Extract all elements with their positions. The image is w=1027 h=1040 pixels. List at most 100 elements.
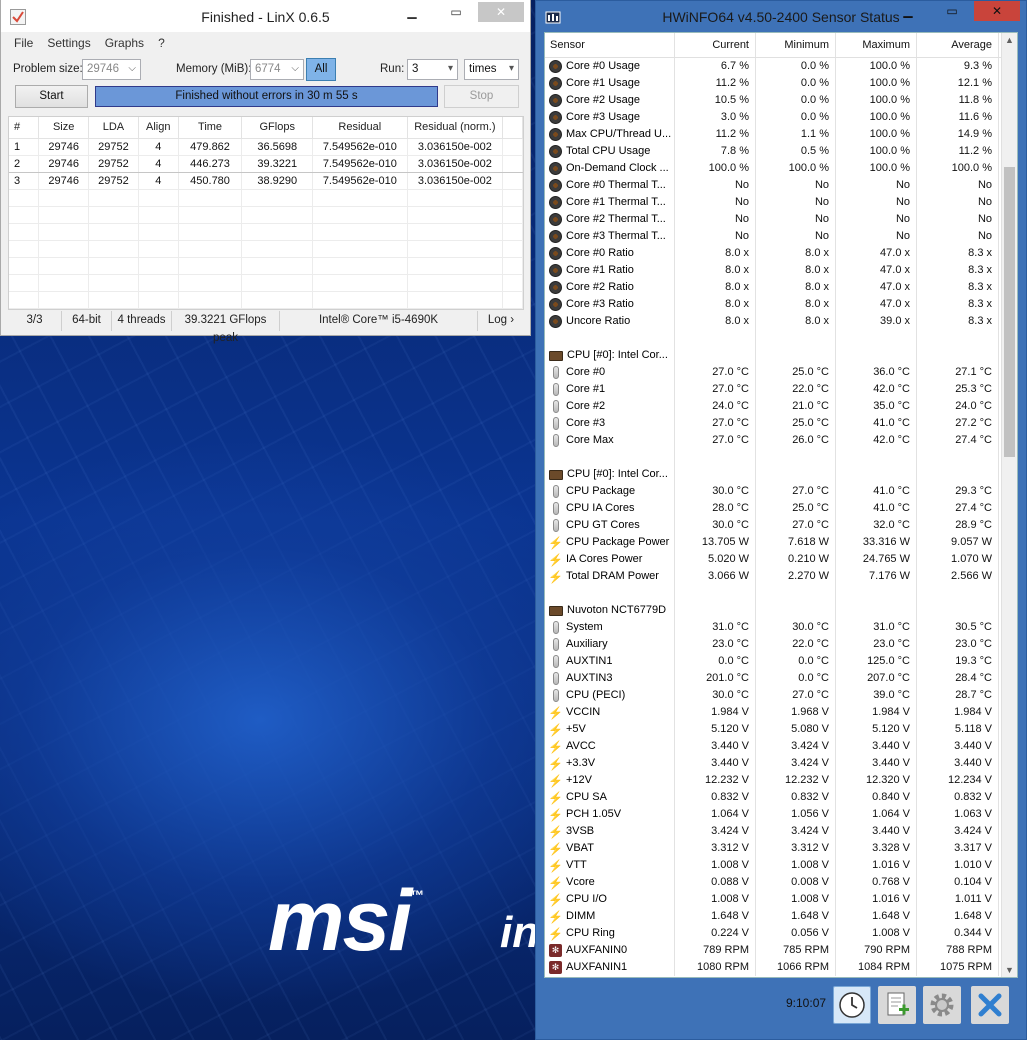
sensor-row[interactable]: Core #1 Ratio 8.0 x 8.0 x 47.0 x 8.3 x <box>545 262 1003 279</box>
sensor-row[interactable]: ⚡ CPU I/O 1.008 V 1.008 V 1.016 V 1.011 V <box>545 891 1003 908</box>
sensor-row[interactable]: ⚡ VBAT 3.312 V 3.312 V 3.328 V 3.317 V <box>545 840 1003 857</box>
sensor-group-header[interactable]: CPU [#0]: Intel Cor... <box>545 466 1003 483</box>
sensor-row[interactable]: CPU (PECI) 30.0 °C 27.0 °C 39.0 °C 28.7 °C <box>545 687 1003 704</box>
log-button[interactable]: Log › <box>478 311 524 331</box>
col-header[interactable]: # <box>9 117 40 139</box>
menu-settings[interactable]: Settings <box>40 36 97 50</box>
col-header[interactable]: LDA <box>88 117 139 139</box>
col-header-sensor[interactable]: Sensor <box>545 33 675 57</box>
sensor-row[interactable]: Core #1 Thermal T... No No No No <box>545 194 1003 211</box>
sensor-row[interactable]: Core #3 Ratio 8.0 x 8.0 x 47.0 x 8.3 x <box>545 296 1003 313</box>
sensor-row[interactable]: Core #0 Ratio 8.0 x 8.0 x 47.0 x 8.3 x <box>545 245 1003 262</box>
sensor-row[interactable]: ⚡ +3.3V 3.440 V 3.424 V 3.440 V 3.440 V <box>545 755 1003 772</box>
hwinfo-titlebar[interactable]: HWiNFO64 v4.50-2400 Sensor Status ▁ ▭ ✕ <box>536 1 1026 31</box>
thermometer-icon <box>553 400 559 413</box>
sensor-row[interactable]: Uncore Ratio 8.0 x 8.0 x 39.0 x 8.3 x <box>545 313 1003 330</box>
sensor-row[interactable]: ⚡ +5V 5.120 V 5.080 V 5.120 V 5.118 V <box>545 721 1003 738</box>
col-header-minimum[interactable]: Minimum <box>756 33 836 57</box>
sensor-row[interactable]: ✻ AUXFANIN0 789 RPM 785 RPM 790 RPM 788 RPM <box>545 942 1003 959</box>
sensor-min-cell: 27.0 °C <box>756 687 836 704</box>
run-count-combo[interactable]: 3 ▾ <box>407 59 458 80</box>
sensor-row[interactable]: ⚡ IA Cores Power 5.020 W 0.210 W 24.765 W 1.0… <box>545 551 1003 568</box>
stop-button[interactable]: Stop <box>444 85 519 108</box>
gauge-icon <box>549 213 562 226</box>
sensor-row[interactable]: ⚡ +12V 12.232 V 12.232 V 12.320 V 12.234 V <box>545 772 1003 789</box>
table-row[interactable]: 3 29746 29752 4 450.780 38.9290 7.549562… <box>9 172 523 190</box>
col-header[interactable]: Align <box>138 117 179 139</box>
sensor-row[interactable]: Core #0 Usage 6.7 % 0.0 % 100.0 % 9.3 % <box>545 58 1003 75</box>
sensor-row[interactable]: Core #3 Usage 3.0 % 0.0 % 100.0 % 11.6 % <box>545 109 1003 126</box>
sensor-row[interactable]: ⚡ CPU Ring 0.224 V 0.056 V 1.008 V 0.344 V <box>545 925 1003 942</box>
col-header-current[interactable]: Current <box>675 33 756 57</box>
vertical-scrollbar[interactable]: ▲ ▼ <box>1001 33 1017 977</box>
sensor-min-cell: No <box>756 177 836 194</box>
close-button[interactable]: ✕ <box>478 2 524 22</box>
problem-size-combo[interactable]: 29746 ⌵ <box>82 59 141 80</box>
sensor-row[interactable]: Max CPU/Thread U... 11.2 % 1.1 % 100.0 % 14.… <box>545 126 1003 143</box>
close-button[interactable]: ✕ <box>974 1 1020 21</box>
sensor-row[interactable]: Core #3 27.0 °C 25.0 °C 41.0 °C 27.2 °C <box>545 415 1003 432</box>
table-row[interactable]: 1 29746 29752 4 479.862 36.5698 7.549562… <box>9 138 523 156</box>
sensor-row[interactable]: ⚡ Vcore 0.088 V 0.008 V 0.768 V 0.104 V <box>545 874 1003 891</box>
scrollbar-thumb[interactable] <box>1004 167 1015 457</box>
sensor-group-header[interactable]: Nuvoton NCT6779D <box>545 602 1003 619</box>
sensor-row[interactable]: AUXTIN3 201.0 °C 0.0 °C 207.0 °C 28.4 °C <box>545 670 1003 687</box>
menu-graphs[interactable]: Graphs <box>98 36 151 50</box>
col-header[interactable]: Residual <box>312 117 408 139</box>
sensor-row[interactable]: ✻ AUXFANIN1 1080 RPM 1066 RPM 1084 RPM 1075 R… <box>545 959 1003 976</box>
memory-combo[interactable]: 6774 ⌵ <box>250 59 304 80</box>
sensor-row[interactable]: ⚡ PCH 1.05V 1.064 V 1.056 V 1.064 V 1.063 V <box>545 806 1003 823</box>
sensor-row[interactable]: Core Max 27.0 °C 26.0 °C 42.0 °C 27.4 °C <box>545 432 1003 449</box>
all-memory-button[interactable]: All <box>306 58 336 81</box>
sensor-row[interactable]: Core #2 24.0 °C 21.0 °C 35.0 °C 24.0 °C <box>545 398 1003 415</box>
sensor-row[interactable]: ⚡ AVCC 3.440 V 3.424 V 3.440 V 3.440 V <box>545 738 1003 755</box>
sensor-row[interactable]: Core #0 27.0 °C 25.0 °C 36.0 °C 27.1 °C <box>545 364 1003 381</box>
minimize-button[interactable]: ▁ <box>390 2 434 22</box>
sensor-row[interactable]: ⚡ VTT 1.008 V 1.008 V 1.016 V 1.010 V <box>545 857 1003 874</box>
minimize-button[interactable]: ▁ <box>886 1 930 21</box>
sensor-row[interactable]: ⚡ DIMM 1.648 V 1.648 V 1.648 V 1.648 V <box>545 908 1003 925</box>
maximize-button[interactable]: ▭ <box>434 2 478 22</box>
run-unit-combo[interactable]: times ▾ <box>464 59 519 80</box>
sensor-row[interactable]: CPU Package 30.0 °C 27.0 °C 41.0 °C 29.3 °C <box>545 483 1003 500</box>
sensor-row[interactable]: System 31.0 °C 30.0 °C 31.0 °C 30.5 °C <box>545 619 1003 636</box>
sensor-row[interactable]: ⚡ Total DRAM Power 3.066 W 2.270 W 7.176 W 2.… <box>545 568 1003 585</box>
table-row[interactable]: 2 29746 29752 4 446.273 39.3221 7.549562… <box>9 154 523 173</box>
sensor-row[interactable]: ⚡ CPU SA 0.832 V 0.832 V 0.840 V 0.832 V <box>545 789 1003 806</box>
col-header[interactable]: Size <box>38 117 90 139</box>
col-header-average[interactable]: Average <box>917 33 999 57</box>
sensor-row[interactable]: Core #2 Ratio 8.0 x 8.0 x 47.0 x 8.3 x <box>545 279 1003 296</box>
col-header-maximum[interactable]: Maximum <box>836 33 917 57</box>
start-button[interactable]: Start <box>15 85 88 108</box>
exit-button[interactable] <box>971 986 1009 1024</box>
sensor-row[interactable]: ⚡ 3VSB 3.424 V 3.424 V 3.440 V 3.424 V <box>545 823 1003 840</box>
sensor-row[interactable]: ⚡ VCCIN 1.984 V 1.968 V 1.984 V 1.984 V <box>545 704 1003 721</box>
maximize-button[interactable]: ▭ <box>930 1 974 21</box>
sensor-row[interactable]: On-Demand Clock ... 100.0 % 100.0 % 100.0 %… <box>545 160 1003 177</box>
sensor-group-header[interactable]: CPU [#0]: Intel Cor... <box>545 347 1003 364</box>
settings-button[interactable] <box>923 986 961 1024</box>
sensor-row[interactable]: Total CPU Usage 7.8 % 0.5 % 100.0 % 11.2 % <box>545 143 1003 160</box>
sensor-row[interactable]: Core #3 Thermal T... No No No No <box>545 228 1003 245</box>
linx-titlebar[interactable]: Finished - LinX 0.6.5 ▁ ▭ ✕ <box>1 0 530 32</box>
sensor-row[interactable]: AUXTIN1 0.0 °C 0.0 °C 125.0 °C 19.3 °C <box>545 653 1003 670</box>
menu-help[interactable]: ? <box>151 36 172 50</box>
sensor-row[interactable]: Core #1 27.0 °C 22.0 °C 42.0 °C 25.3 °C <box>545 381 1003 398</box>
reset-clock-button[interactable] <box>833 986 871 1024</box>
sensor-row[interactable]: Auxiliary 23.0 °C 22.0 °C 23.0 °C 23.0 °C <box>545 636 1003 653</box>
col-header[interactable]: Residual (norm.) <box>407 117 504 139</box>
logging-button[interactable] <box>878 986 916 1024</box>
col-header[interactable]: Time <box>178 117 243 139</box>
col-header[interactable]: GFlops <box>241 117 314 139</box>
menu-file[interactable]: File <box>7 36 40 50</box>
sensor-row[interactable]: CPU GT Cores 30.0 °C 27.0 °C 32.0 °C 28.9 °C <box>545 517 1003 534</box>
sensor-row[interactable]: CPU IA Cores 28.0 °C 25.0 °C 41.0 °C 27.4 °C <box>545 500 1003 517</box>
sensor-row[interactable]: Core #2 Thermal T... No No No No <box>545 211 1003 228</box>
sensor-row[interactable]: Core #0 Thermal T... No No No No <box>545 177 1003 194</box>
sensor-name-cell: ⚡ 3VSB <box>545 823 675 840</box>
sensor-row[interactable]: ⚡ CPU Package Power 13.705 W 7.618 W 33.316 … <box>545 534 1003 551</box>
sensor-row[interactable]: Core #1 Usage 11.2 % 0.0 % 100.0 % 12.1 % <box>545 75 1003 92</box>
scroll-down-icon[interactable]: ▼ <box>1005 965 1014 975</box>
scroll-up-icon[interactable]: ▲ <box>1005 35 1014 45</box>
sensor-row[interactable]: Core #2 Usage 10.5 % 0.0 % 100.0 % 11.8 % <box>545 92 1003 109</box>
